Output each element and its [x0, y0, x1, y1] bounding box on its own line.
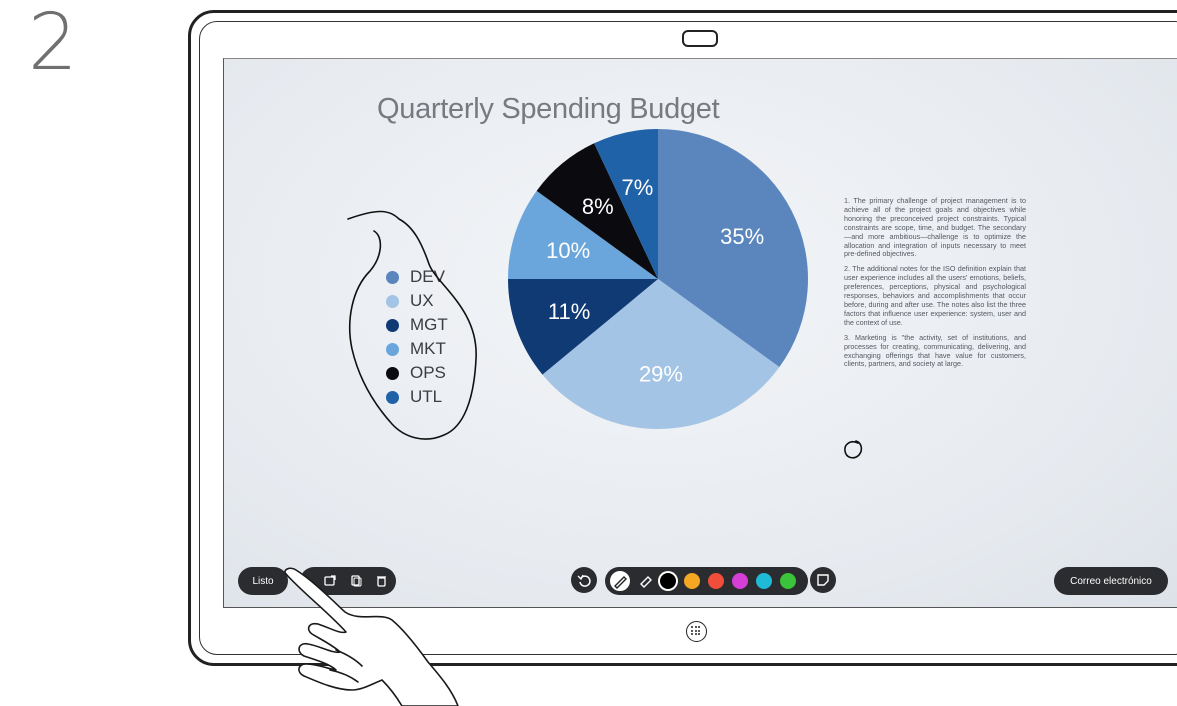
pie-label: 10% [546, 238, 590, 263]
legend-label: MKT [410, 339, 446, 358]
slide-notes: 1. The primary challenge of project mana… [844, 196, 1026, 375]
legend-item: DEV [386, 265, 448, 289]
pie-slice-utl [594, 129, 658, 279]
legend-label: UX [410, 291, 434, 310]
pie-label: 7% [621, 175, 653, 200]
chart-legend: DEV UX MGT MKT OPS UTL [386, 265, 448, 409]
done-label: Listo [252, 575, 274, 587]
color-swatch[interactable] [708, 573, 724, 589]
legend-item: OPS [386, 361, 448, 385]
legend-label: UTL [410, 387, 443, 406]
pie-slice-ops [536, 143, 658, 279]
pen-palette [605, 567, 808, 595]
home-button[interactable] [686, 621, 707, 642]
ink-stroke-note-circle [844, 440, 863, 459]
color-swatch[interactable] [684, 573, 700, 589]
ink-annotations [347, 210, 863, 459]
legend-label: MGT [410, 315, 448, 334]
legend-swatch [386, 270, 399, 284]
grid-icon [691, 626, 701, 636]
legend-label: DEV [410, 267, 445, 286]
legend-swatch [386, 390, 399, 404]
pie-label: 8% [582, 194, 614, 219]
legend-swatch [386, 366, 399, 380]
legend-swatch [386, 342, 399, 356]
sticky-note-icon [817, 574, 829, 586]
color-swatch[interactable] [660, 573, 676, 589]
sticky-note-button[interactable] [810, 567, 836, 593]
done-button[interactable]: Listo [238, 567, 288, 595]
pie-slice-dev [658, 129, 808, 368]
color-swatch[interactable] [780, 573, 796, 589]
whiteboard-screen[interactable]: Quarterly Spending Budget DEV UX MGT MKT… [223, 58, 1177, 608]
undo-button[interactable] [571, 567, 597, 593]
pen-icon [614, 576, 627, 589]
pie-slice-mkt [508, 190, 658, 279]
pie-chart: 35% 29% 11% 10% 8% 7% [508, 129, 808, 429]
slide-title: Quarterly Spending Budget [377, 93, 720, 125]
pie-label: 29% [639, 361, 683, 386]
pen-tool-button[interactable] [608, 569, 632, 593]
legend-label: OPS [410, 363, 446, 382]
legend-item: UTL [386, 385, 448, 409]
camera-icon [682, 30, 718, 47]
email-label: Correo electrónico [1070, 575, 1152, 587]
note-paragraph: 3. Marketing is "the activity, set of in… [844, 332, 1026, 369]
delete-icon[interactable] [375, 574, 387, 587]
note-paragraph: 1. The primary challenge of project mana… [844, 196, 1026, 259]
color-swatch[interactable] [756, 573, 772, 589]
save-icon[interactable] [324, 574, 336, 586]
pie-label: 35% [720, 224, 764, 249]
legend-item: MKT [386, 337, 448, 361]
undo-icon [577, 574, 591, 587]
copy-icon[interactable] [350, 574, 362, 587]
step-number: 2 [28, 0, 78, 88]
legend-item: MGT [386, 313, 448, 337]
pie-slice-ux [542, 279, 780, 429]
note-paragraph: 2. The additional notes for the ISO defi… [844, 264, 1026, 327]
color-swatch[interactable] [732, 573, 748, 589]
pie-slice-mgt [508, 279, 658, 375]
legend-swatch [386, 318, 399, 332]
eraser-icon[interactable] [638, 573, 654, 589]
email-button[interactable]: Correo electrónico [1054, 567, 1168, 595]
legend-item: UX [386, 289, 448, 313]
pie-label: 11% [548, 299, 590, 324]
legend-swatch [386, 294, 399, 308]
